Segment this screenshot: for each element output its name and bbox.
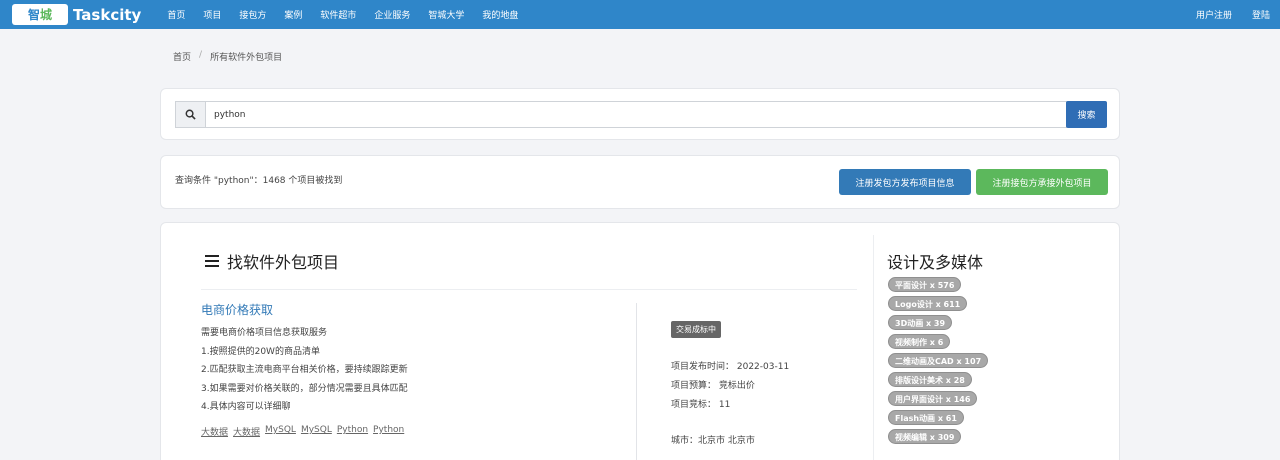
tag-link[interactable]: MySQL [265, 425, 296, 438]
category-pill[interactable]: Flash动画 x 61 [888, 410, 964, 425]
category-pill[interactable]: 视频制作 x 6 [888, 334, 951, 349]
category-pill[interactable]: 视频编辑 x 309 [888, 429, 962, 444]
search-input[interactable] [205, 101, 1067, 128]
project-tags: 大数据 大数据 MySQL MySQL Python Python [201, 425, 404, 438]
register-client-button[interactable]: 注册发包方发布项目信息 [839, 169, 971, 195]
logo-char-a: 智 [27, 8, 40, 22]
tag-link[interactable]: Python [373, 425, 404, 438]
project-description: 需要电商价格项目信息获取服务 1.按照提供的20W的商品清单 2.匹配获取主流电… [201, 325, 408, 418]
project-list-panel: 找软件外包项目 电商价格获取 需要电商价格项目信息获取服务 1.按照提供的20W… [160, 222, 1120, 460]
divider [873, 235, 874, 460]
search-button[interactable]: 搜索 [1066, 101, 1107, 128]
project-description-line: 4.具体内容可以详细聊 [201, 402, 291, 412]
category-title: 设计及多媒体 [887, 253, 984, 272]
nav-projects[interactable]: 项目 [203, 8, 221, 21]
logo-char-b: 城 [40, 8, 53, 22]
breadcrumb-current: 所有软件外包项目 [210, 53, 283, 63]
project-title-link[interactable]: 电商价格获取 [201, 301, 273, 318]
project-description-line: 3.如果需要对价格关联的，部分情况需要且具体匹配 [201, 383, 408, 394]
register-link[interactable]: 用户注册 [1196, 8, 1232, 21]
nav-university[interactable]: 智城大学 [428, 8, 464, 21]
nav-enterprise-services[interactable]: 企业服务 [374, 8, 410, 21]
category-pill[interactable]: 二维动画及CAD x 107 [888, 353, 989, 368]
tag-link[interactable]: 大数据 [233, 425, 260, 438]
category-pill[interactable]: Logo设计 x 611 [888, 296, 968, 311]
logo-badge: 智城 [12, 4, 68, 25]
divider [636, 303, 637, 460]
project-bid-count: 项目竞标： 11 [671, 400, 731, 410]
breadcrumb-home[interactable]: 首页 [173, 50, 191, 63]
project-description-line: 需要电商价格项目信息获取服务 [201, 328, 328, 338]
nav-software-market[interactable]: 软件超市 [320, 8, 356, 21]
category-pill[interactable]: 平面设计 x 576 [888, 277, 962, 292]
category-pill[interactable]: 排版设计美术 x 28 [888, 372, 972, 387]
status-badge: 交易成标中 [671, 321, 721, 338]
site-logo[interactable]: 智城 Taskcity [12, 4, 141, 25]
main-nav: 首页 项目 接包方 案例 软件超市 企业服务 智城大学 我的地盘 [167, 8, 536, 21]
category-pill[interactable]: 3D动画 x 39 [888, 315, 953, 330]
result-summary-panel: 查询条件 "python"：1468 个项目被找到 注册发包方发布项目信息 注册… [160, 155, 1120, 209]
project-publish-date: 项目发布时间： 2022-03-11 [671, 362, 790, 372]
project-description-line: 2.匹配获取主流电商平台相关价格，要持续跟踪更新 [201, 365, 408, 375]
result-count-text: 查询条件 "python"：1468 个项目被找到 [175, 176, 343, 186]
breadcrumb-separator: / [199, 50, 203, 60]
search-panel: 搜索 [160, 88, 1120, 140]
tag-link[interactable]: Python [337, 425, 368, 438]
site-name: Taskcity [73, 5, 142, 24]
search-icon [175, 101, 205, 128]
divider [201, 289, 857, 290]
login-link[interactable]: 登陆 [1252, 8, 1270, 21]
nav-contractors[interactable]: 接包方 [239, 8, 266, 21]
category-list: 平面设计 x 576 Logo设计 x 611 3D动画 x 39 视频制作 x… [888, 277, 989, 444]
project-description-line: 1.按照提供的20W的商品清单 [201, 346, 320, 357]
category-pill[interactable]: 用户界面设计 x 146 [888, 391, 978, 406]
top-navbar: 智城 Taskcity 首页 项目 接包方 案例 软件超市 企业服务 智城大学 … [0, 0, 1280, 29]
tag-link[interactable]: 大数据 [201, 425, 228, 438]
nav-home[interactable]: 首页 [167, 8, 185, 21]
register-contractor-button[interactable]: 注册接包方承接外包项目 [976, 169, 1108, 195]
tag-link[interactable]: MySQL [301, 425, 332, 438]
nav-cases[interactable]: 案例 [284, 8, 302, 21]
project-city: 城市：北京市 北京市 [671, 436, 755, 446]
breadcrumb: 首页 / 所有软件外包项目 [173, 50, 282, 63]
list-icon [205, 255, 219, 267]
section-title: 找软件外包项目 [205, 249, 339, 273]
section-title-text: 找软件外包项目 [227, 253, 340, 272]
nav-account: 用户注册 登陆 [1176, 0, 1270, 29]
project-budget: 项目预算： 竞标出价 [671, 381, 755, 391]
nav-my-space[interactable]: 我的地盘 [482, 8, 518, 21]
